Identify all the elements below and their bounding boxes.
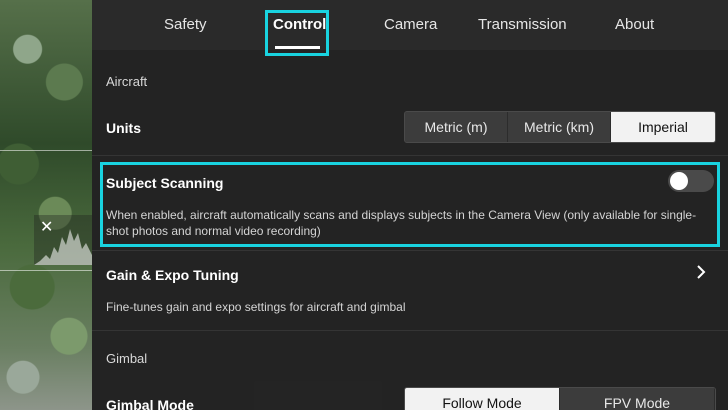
- units-option-metric-km[interactable]: Metric (km): [508, 112, 611, 142]
- tab-camera[interactable]: Camera: [384, 16, 437, 33]
- gimbal-option-follow[interactable]: Follow Mode: [405, 388, 560, 410]
- tab-about[interactable]: About: [615, 16, 654, 33]
- chevron-right-icon[interactable]: [695, 262, 707, 282]
- units-option-imperial[interactable]: Imperial: [611, 112, 715, 142]
- tab-transmission[interactable]: Transmission: [478, 16, 567, 33]
- divider: [92, 250, 728, 251]
- camera-preview[interactable]: ✕: [0, 0, 92, 410]
- divider: [92, 330, 728, 331]
- app-root: ✕ Safety Control Camera Transmission Abo…: [0, 0, 728, 410]
- settings-tabbar: Safety Control Camera Transmission About: [92, 0, 728, 50]
- gimbal-option-fpv[interactable]: FPV Mode: [560, 388, 715, 410]
- preview-guide-line: [0, 270, 92, 271]
- preview-guide-line: [0, 150, 92, 151]
- section-label-aircraft: Aircraft: [106, 74, 148, 89]
- close-histogram-icon[interactable]: ✕: [40, 220, 53, 236]
- units-option-metric-m[interactable]: Metric (m): [405, 112, 508, 142]
- units-title: Units: [106, 120, 141, 136]
- tab-control-highlight: [265, 10, 329, 56]
- subject-scanning-highlight: [100, 162, 720, 247]
- units-segmented-control: Metric (m) Metric (km) Imperial: [404, 111, 716, 143]
- tab-safety[interactable]: Safety: [164, 16, 207, 33]
- section-label-gimbal: Gimbal: [106, 351, 148, 366]
- gain-expo-title: Gain & Expo Tuning: [106, 267, 239, 283]
- gimbal-mode-title: Gimbal Mode: [106, 397, 194, 410]
- divider: [92, 155, 728, 156]
- gimbal-mode-segmented-control: Follow Mode FPV Mode: [404, 387, 716, 410]
- gain-expo-description: Fine-tunes gain and expo settings for ai…: [106, 300, 406, 314]
